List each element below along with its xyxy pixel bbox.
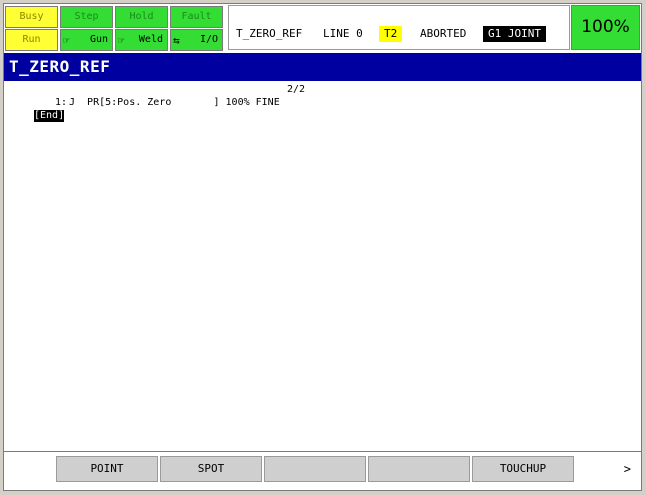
fault-lamp: Fault	[170, 6, 223, 28]
group-badge: G1 JOINT	[483, 26, 546, 42]
f2-spot-button[interactable]: SPOT	[160, 456, 262, 482]
next-page-button[interactable]: >	[624, 456, 631, 482]
io-icon: ⇆	[173, 34, 180, 47]
io-lamp: ⇆ I/O	[170, 29, 223, 51]
f3-button[interactable]	[264, 456, 366, 482]
f4-button[interactable]	[368, 456, 470, 482]
page-title: T_ZERO_REF	[4, 53, 641, 81]
f5-touchup-button[interactable]: TOUCHUP	[472, 456, 574, 482]
mode-badge: T2	[379, 26, 403, 42]
weld-icon: ☞	[118, 34, 125, 47]
status-line: T_ZERO_REF LINE 0 T2 ABORTED G1 JOINT	[228, 5, 570, 50]
line-number: LINE 0	[323, 27, 363, 40]
function-key-bar: POINT SPOT TOUCHUP >	[4, 451, 641, 487]
speed-override: 100%	[571, 5, 640, 50]
end-marker[interactable]: [End]	[34, 110, 65, 122]
program-editor[interactable]: 2/2 1: J PR[5:Pos. Zero ] 100% FINE [End…	[4, 81, 641, 447]
busy-lamp: Busy	[5, 6, 58, 28]
step-lamp: Step	[60, 6, 113, 28]
run-lamp: Run	[5, 29, 58, 51]
line-number: 1:	[55, 97, 68, 108]
weld-lamp: ☞ Weld	[115, 29, 168, 51]
gun-lamp: ☞ Gun	[60, 29, 113, 51]
hold-lamp: Hold	[115, 6, 168, 28]
line-counter: 2/2	[287, 84, 306, 95]
execution-state: ABORTED	[420, 27, 467, 40]
line-instruction[interactable]: J PR[5:Pos. Zero ] 100% FINE	[69, 97, 280, 109]
f1-point-button[interactable]: POINT	[56, 456, 158, 482]
gun-icon: ☞	[63, 34, 70, 47]
program-name: T_ZERO_REF	[236, 27, 303, 40]
